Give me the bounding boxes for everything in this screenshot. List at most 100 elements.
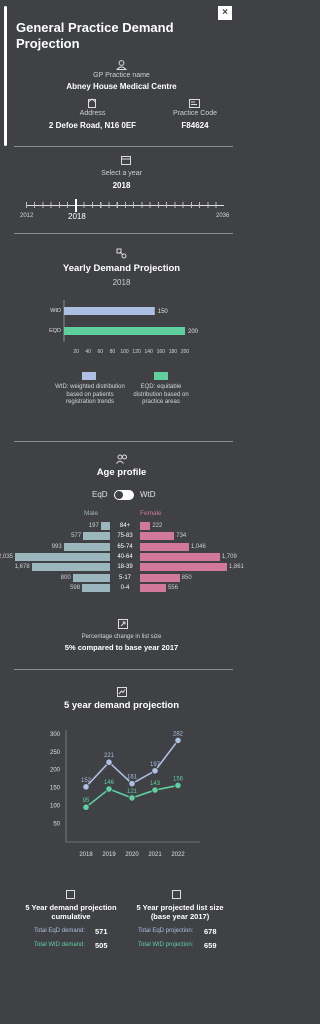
male-value-label: 1,678 [14, 564, 30, 571]
y-tick-label: 50 [53, 821, 60, 827]
data-point [151, 786, 159, 794]
eqd-wtd-toggle[interactable] [114, 490, 134, 500]
yearly-demand-title: Yearly Demand Projection [62, 263, 181, 274]
cumulative-title: 5 Year demand projection cumulative [25, 903, 117, 921]
x-tick-label: 40 [85, 349, 91, 355]
resize-icon [118, 619, 128, 629]
data-label: 282 [173, 731, 184, 737]
chart-icon [117, 687, 127, 697]
x-tick-label: 80 [110, 349, 116, 355]
bar-eqd [64, 327, 185, 335]
x-tick-label: 2020 [125, 852, 139, 858]
female-bar [140, 583, 166, 592]
age-row: 0-4 598 556 [0, 583, 243, 593]
age-category-label: 18-39 [117, 564, 133, 571]
male-value-label: 2,035 [0, 553, 13, 560]
female-bar [140, 532, 175, 541]
total-eqd-projection-value: 678 [204, 927, 217, 936]
x-tick-label: 200 [181, 349, 190, 355]
male-value-label: 577 [71, 533, 82, 540]
bar-wtd [64, 307, 155, 315]
address-label: Address [79, 110, 106, 117]
y-tick-label: 200 [50, 768, 61, 774]
age-category-label: 5-17 [118, 574, 131, 581]
female-value-label: 1,709 [221, 553, 237, 560]
female-label: Female [140, 510, 162, 517]
selected-year: 2018 [112, 181, 131, 190]
data-label: 95 [83, 798, 90, 804]
divider [14, 441, 233, 442]
x-tick-label: 2019 [102, 852, 116, 858]
total-eqd-demand-value: 571 [95, 927, 108, 936]
x-tick-label: 100 [120, 349, 129, 355]
age-category-label: 75-83 [117, 533, 133, 540]
age-category-label: 84+ [119, 523, 131, 529]
page-title: General Practice Demand Projection [16, 20, 174, 51]
female-bar [140, 563, 227, 572]
close-button[interactable]: × [218, 6, 232, 20]
projected-list-title: 5 Year projected list size (base year 20… [136, 903, 224, 921]
male-bar [72, 573, 110, 582]
data-label: 143 [150, 781, 161, 787]
x-tick-label: 120 [132, 349, 141, 355]
x-tick-label: 160 [157, 349, 166, 355]
x-tick-label: 60 [98, 349, 104, 355]
age-category-label: 0-4 [120, 584, 130, 591]
data-label: 197 [150, 762, 161, 768]
x-tick-label: 180 [169, 349, 178, 355]
y-tick-label: 100 [50, 803, 61, 809]
yearly-demand-year: 2018 [112, 278, 131, 287]
female-value-label: 1,861 [228, 564, 244, 571]
data-label: 146 [104, 780, 115, 786]
select-year-label: Select a year [101, 170, 142, 177]
female-value-label: 734 [176, 533, 187, 540]
pct-change-label: Percentage change in list size [81, 634, 162, 640]
data-label: 156 [173, 776, 184, 782]
y-tick-label: 150 [50, 786, 61, 792]
toggle-eqd-label: EqD [92, 490, 108, 499]
x-tick-label: 140 [145, 349, 154, 355]
toggle-knob [115, 491, 123, 499]
female-bar [140, 542, 189, 551]
age-row: 75-83 577 734 [0, 532, 243, 541]
people-icon [116, 454, 127, 464]
total-wtd-demand-label: Total WtD demand: [34, 942, 86, 948]
bar-category-label: WtD [50, 308, 61, 314]
legend-eqd-swatch [154, 372, 168, 380]
x-tick-label: 2021 [148, 852, 162, 858]
male-value-label: 598 [70, 584, 81, 591]
data-point [82, 783, 90, 791]
year-slider-handle[interactable] [74, 199, 77, 212]
chart-nodes-icon [116, 248, 127, 259]
building-icon [88, 98, 96, 108]
female-value-label: 222 [152, 523, 163, 529]
x-tick-label: 20 [73, 349, 79, 355]
year-slider-ticks [26, 202, 224, 208]
female-bar [140, 573, 180, 582]
data-point [128, 780, 136, 788]
age-row: 5-17 800 850 [0, 573, 243, 583]
y-tick-label: 250 [50, 750, 61, 756]
age-category-label: 40-64 [117, 553, 133, 560]
five-year-chart: 50 100 150 200 250 300 2018 2019 2020 2021 2022 152… [50, 730, 200, 858]
year-handle-label: 2018 [68, 212, 86, 221]
male-bar [15, 552, 110, 561]
data-label: 161 [127, 775, 138, 781]
age-category-label: 65-74 [117, 543, 133, 550]
bar-value-label: 150 [158, 309, 169, 315]
female-value-label: 556 [167, 584, 178, 591]
legend-eqd-text: EQD: equitable distribution based on pra… [133, 384, 189, 405]
practice-code-label: Practice Code [173, 110, 217, 117]
female-bar [140, 522, 151, 530]
legend-wtd-text: WtD: weighted distribution based on pati… [55, 384, 125, 405]
age-profile-title: Age profile [96, 467, 147, 478]
address-value: 2 Defoe Road, N16 0EF [48, 121, 137, 130]
male-label: Male [84, 510, 99, 517]
checkbox-icon [172, 890, 181, 899]
data-point [82, 803, 90, 811]
data-point [105, 758, 113, 766]
practice-name-label: GP Practice name [93, 72, 150, 79]
person-icon [116, 60, 127, 70]
total-eqd-demand-label: Total EqD demand: [34, 928, 86, 934]
data-point [151, 767, 159, 775]
